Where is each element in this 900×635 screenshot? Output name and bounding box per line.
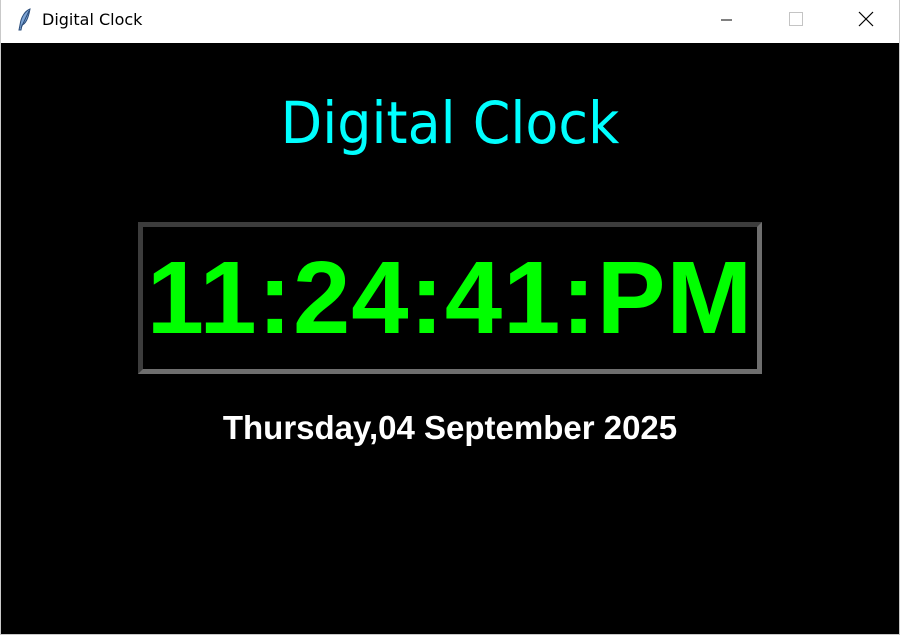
app-window: Digital Clock Digital Clock 11:24:41:PM … (0, 0, 900, 635)
title-bar[interactable]: Digital Clock (1, 0, 899, 42)
maximize-button[interactable] (773, 0, 819, 40)
feather-icon (15, 8, 35, 32)
time-display: 11:24:41:PM (146, 240, 754, 355)
minimize-button[interactable] (704, 0, 750, 40)
close-button[interactable] (842, 0, 888, 40)
app-heading: Digital Clock (280, 89, 620, 157)
clock-canvas: Digital Clock 11:24:41:PM Thursday,04 Se… (1, 43, 899, 634)
time-display-frame: 11:24:41:PM (138, 222, 762, 374)
window-title: Digital Clock (42, 10, 143, 29)
date-display: Thursday,04 September 2025 (222, 409, 678, 446)
